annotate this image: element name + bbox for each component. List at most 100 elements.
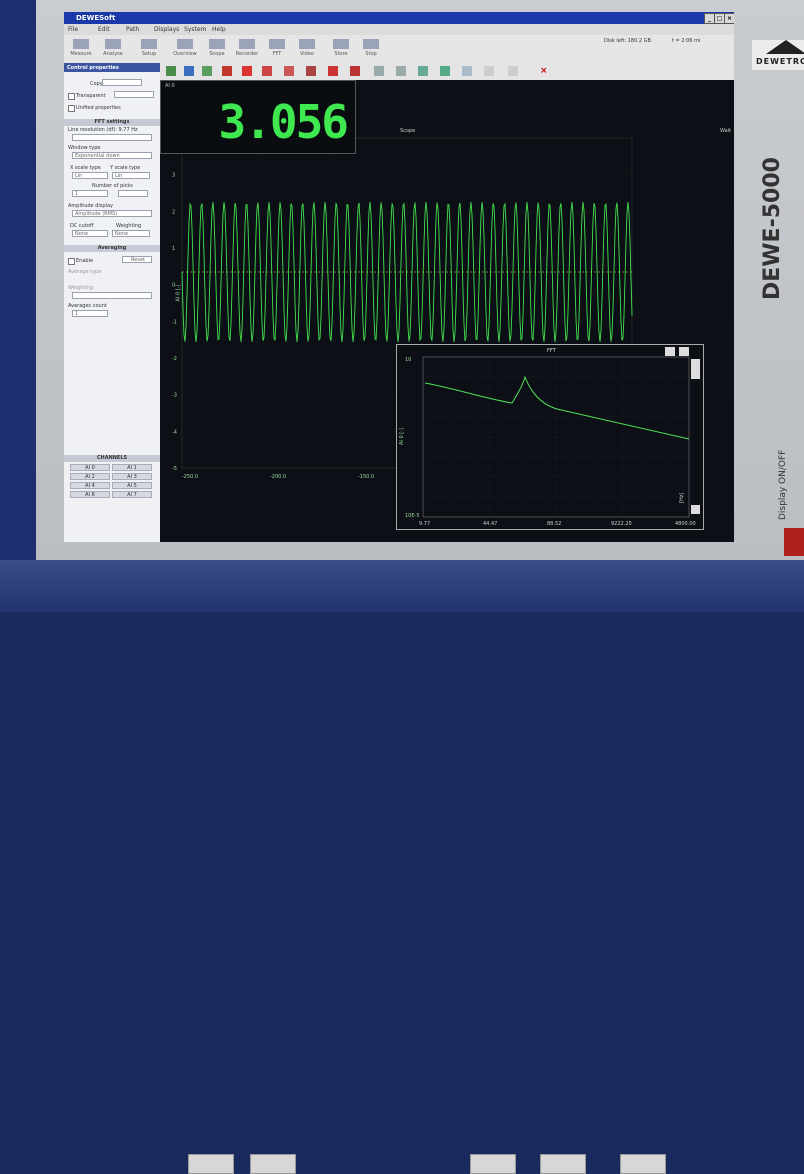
front-panel-knob[interactable] [470, 1154, 516, 1174]
recorder-button[interactable]: Recorder [232, 37, 262, 61]
channel-button[interactable]: AI 7 [112, 491, 152, 498]
x-scale-label: X scale type [70, 165, 101, 171]
scope-y-tick: 1 [172, 246, 175, 252]
front-panel-knob[interactable] [620, 1154, 666, 1174]
fft-x-tick: 44.47 [483, 521, 497, 527]
close-button[interactable]: × [724, 13, 734, 24]
analyse-button[interactable]: Analyse [98, 37, 128, 61]
stop-button[interactable]: Stop [356, 37, 386, 61]
video-button[interactable]: Video [292, 37, 322, 61]
store-button[interactable]: Store [326, 37, 356, 61]
menu-system[interactable]: System [184, 26, 206, 33]
display-tool-icon[interactable] [508, 66, 518, 76]
channel-button[interactable]: AI 3 [112, 473, 152, 480]
menu-help[interactable]: Help [212, 26, 226, 33]
menu-file[interactable]: File [68, 26, 78, 33]
overview-icon [177, 39, 193, 49]
enable-averaging-checkbox[interactable] [68, 258, 75, 265]
x-scale-select[interactable]: Lin [72, 172, 108, 179]
picks-spin[interactable] [118, 190, 148, 197]
amplitude-select[interactable]: Amplitude (RMS) [72, 210, 152, 217]
channel-button[interactable]: AI 4 [70, 482, 110, 489]
fft-button[interactable]: FFT [262, 37, 292, 61]
fft-tool-icon[interactable] [679, 347, 689, 356]
display-tool-icon[interactable] [396, 66, 406, 76]
display-tool-icon[interactable] [350, 66, 360, 76]
display-tool-icon[interactable] [462, 66, 472, 76]
fft-settings-icon[interactable] [665, 347, 675, 356]
fft-scroll-button[interactable] [691, 505, 700, 514]
store-icon [333, 39, 349, 49]
y-scale-select[interactable]: Lin [112, 172, 150, 179]
front-panel-knob[interactable] [250, 1154, 296, 1174]
dc-cutoff-label: DC cutoff [70, 223, 94, 229]
fft-x-tick: 9222.20 [611, 521, 632, 527]
copy-select[interactable] [102, 79, 142, 86]
channel-button[interactable]: AI 0 [70, 464, 110, 471]
reset-button[interactable]: Reset [122, 256, 152, 263]
transparent-checkbox[interactable] [68, 93, 75, 100]
panel-header: Control properties [64, 63, 160, 72]
transparent-select[interactable] [114, 91, 154, 98]
averages-count-select[interactable]: 1 [72, 310, 108, 317]
channel-button[interactable]: AI 2 [70, 473, 110, 480]
power-button[interactable] [784, 528, 804, 556]
fft-x-axis: 9.77 44.47 88.52 9222.20 4800.00 [419, 521, 696, 527]
menu-displays[interactable]: Displays [154, 26, 179, 33]
display-tool-icon[interactable] [242, 66, 252, 76]
disk-left-status: Disk left: 180.2 GB [604, 38, 651, 44]
scope-y-tick: -4 [172, 429, 177, 435]
fft-y-top: 10 [405, 357, 411, 363]
measure-button[interactable]: Measure [66, 37, 96, 61]
line-resolution-label: Line resolution (df): 9.77 Hz [68, 127, 138, 133]
fft-zoom-control[interactable] [691, 359, 700, 379]
window-type-select[interactable]: Exponential down [72, 152, 152, 159]
dc-cutoff-select[interactable]: None [72, 230, 108, 237]
display-tool-icon[interactable] [184, 66, 194, 76]
menu-edit[interactable]: Edit [98, 26, 110, 33]
display-tool-icon[interactable] [262, 66, 272, 76]
channel-button[interactable]: AI 1 [112, 464, 152, 471]
display-tool-icon[interactable] [440, 66, 450, 76]
copy-label: Copy [90, 81, 103, 87]
meter-value: 3.056 [218, 95, 349, 149]
display-tool-icon[interactable] [306, 66, 316, 76]
weighting-select[interactable]: None [112, 230, 150, 237]
fft-y-bottom: 10E-5 [405, 513, 420, 519]
scope-y-tick: -1 [172, 319, 177, 325]
picks-select[interactable]: 1 [72, 190, 108, 197]
menu-path[interactable]: Path [126, 26, 139, 33]
channel-button[interactable]: AI 5 [112, 482, 152, 489]
digital-meter[interactable]: AI 0 3.056 [160, 80, 356, 154]
scope-y-tick: 0 [172, 283, 175, 289]
fft-x-tick: 88.52 [547, 521, 561, 527]
control-properties-panel: Control properties Copy Transparent Unif… [64, 63, 160, 542]
display-tool-icon[interactable] [374, 66, 384, 76]
stop-icon [363, 39, 379, 49]
display-tool-icon[interactable] [284, 66, 294, 76]
scope-button[interactable]: Scope [202, 37, 232, 61]
display-tool-icon[interactable] [202, 66, 212, 76]
display-tool-icon[interactable] [166, 66, 176, 76]
display-tool-icon[interactable] [484, 66, 494, 76]
overview-button[interactable]: Overview [170, 37, 200, 61]
fft-settings-section: FFT settings [64, 119, 160, 126]
unified-checkbox[interactable] [68, 105, 75, 112]
scope-y-tick: -5 [172, 466, 177, 472]
setup-button[interactable]: Setup [134, 37, 164, 61]
display-tool-icon[interactable] [328, 66, 338, 76]
channel-button[interactable]: AI 6 [70, 491, 110, 498]
main-toolbar: Measure Analyse Setup Overview Scope Rec… [64, 35, 734, 63]
display-tool-icon[interactable] [222, 66, 232, 76]
fft-display[interactable]: FFT 10 10E-5 AI 0 [-] 9.77 44.47 88.52 9222… [396, 344, 704, 530]
display-tool-icon[interactable] [418, 66, 428, 76]
front-panel-knob[interactable] [540, 1154, 586, 1174]
front-panel-knob[interactable] [188, 1154, 234, 1174]
close-display-icon[interactable]: × [540, 66, 550, 76]
line-resolution-select[interactable] [72, 134, 152, 141]
window-titlebar: DEWESoft _ □ × [64, 12, 734, 24]
device-left-edge [0, 0, 36, 612]
fft-x-tick: 4800.00 [675, 521, 696, 527]
avg-weighting-select[interactable] [72, 292, 152, 299]
display-button-label: Display ON/OFF [778, 449, 788, 520]
